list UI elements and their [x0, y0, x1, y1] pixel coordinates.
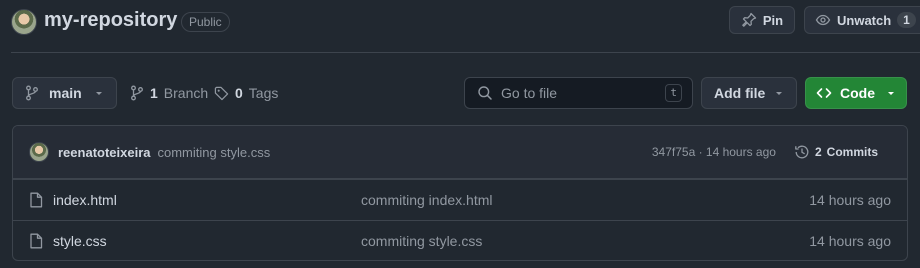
unwatch-button[interactable]: Unwatch 1	[804, 6, 920, 34]
chevron-down-icon	[888, 92, 894, 95]
git-branch-icon	[131, 85, 143, 101]
table-row[interactable]: index.html commiting index.html 14 hours…	[13, 179, 907, 220]
unwatch-label: Unwatch	[837, 12, 892, 28]
repo-name[interactable]: my-repository	[44, 9, 177, 32]
add-file-label: Add file	[714, 85, 766, 101]
branch-name: main	[49, 85, 82, 101]
add-file-button[interactable]: Add file	[701, 77, 797, 109]
search-placeholder: Go to file	[501, 85, 558, 101]
file-table: reenatoteixeira commiting style.css 347f…	[12, 125, 908, 261]
tag-word: Tags	[248, 85, 279, 101]
watch-count: 1	[897, 12, 916, 28]
repo-owner-avatar[interactable]	[11, 9, 37, 35]
search-shortcut-key: t	[665, 84, 682, 102]
commits-word: Commits	[826, 145, 878, 159]
commit-author[interactable]: reenatoteixeira	[58, 145, 151, 160]
commits-link[interactable]: 2 Commits	[794, 144, 878, 160]
branches-link[interactable]: 1 Branch	[130, 85, 208, 101]
file-commit-message[interactable]: commiting style.css	[361, 233, 809, 249]
commit-message[interactable]: commiting style.css	[158, 145, 271, 160]
chevron-down-icon	[96, 92, 102, 95]
history-icon	[795, 145, 809, 159]
author-avatar[interactable]	[29, 142, 49, 162]
latest-commit-bar: reenatoteixeira commiting style.css 347f…	[13, 126, 907, 179]
git-branch-icon	[26, 85, 38, 101]
file-icon	[30, 192, 43, 208]
tag-count: 0	[235, 85, 243, 101]
branch-selector[interactable]: main	[12, 77, 117, 109]
branch-word: Branch	[163, 85, 209, 101]
pin-label: Pin	[762, 12, 784, 28]
branch-count: 1	[150, 85, 158, 101]
header-divider	[11, 52, 920, 53]
search-icon	[478, 86, 492, 100]
file-commit-time: 14 hours ago	[809, 233, 891, 249]
file-name[interactable]: style.css	[53, 233, 107, 249]
tags-link[interactable]: 0 Tags	[214, 85, 278, 101]
file-name[interactable]: index.html	[53, 192, 117, 208]
code-label: Code	[840, 85, 875, 101]
file-icon	[30, 233, 43, 249]
tag-icon	[214, 86, 229, 100]
file-commit-message[interactable]: commiting index.html	[361, 192, 809, 208]
commits-count: 2	[814, 145, 822, 159]
pin-button[interactable]: Pin	[729, 6, 795, 34]
file-commit-time: 14 hours ago	[809, 192, 891, 208]
go-to-file-search[interactable]: Go to file t	[464, 77, 693, 109]
eye-icon	[815, 14, 831, 26]
visibility-badge: Public	[181, 12, 230, 32]
chevron-down-icon	[776, 92, 782, 95]
pin-icon	[742, 12, 757, 27]
code-icon	[816, 88, 832, 98]
table-row[interactable]: style.css commiting style.css 14 hours a…	[13, 220, 907, 260]
commit-sha-time[interactable]: 347f75a · 14 hours ago	[652, 145, 776, 159]
code-button[interactable]: Code	[805, 77, 907, 109]
